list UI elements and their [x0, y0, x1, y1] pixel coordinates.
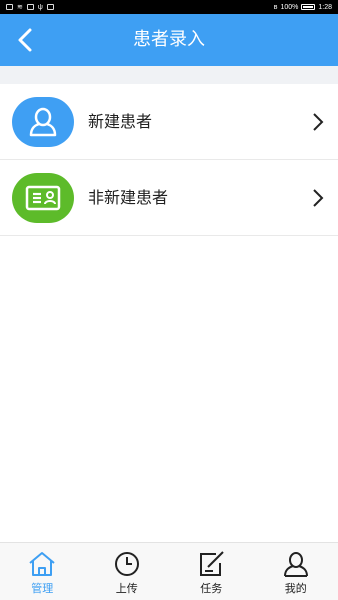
existing-patient-label: 非新建患者 [88, 188, 169, 207]
battery-percent: 100% [280, 3, 299, 11]
list-item-new-patient[interactable]: 新建患者 [0, 84, 338, 160]
existing-patient-avatar [12, 173, 74, 223]
sim-icon [6, 4, 13, 10]
tab-upload-label: 上传 [115, 582, 138, 595]
tab-tasks[interactable]: 任务 [169, 543, 254, 600]
tab-manage-label: 管理 [31, 582, 54, 595]
edit-icon [200, 551, 224, 576]
wifi-icon: ≋ [17, 4, 23, 11]
signal-icon [26, 4, 34, 10]
tab-tasks-label: 任务 [200, 582, 223, 595]
new-patient-label: 新建患者 [88, 112, 153, 131]
tab-mine-label: 我的 [284, 582, 307, 595]
battery-icon [301, 4, 316, 10]
title-bar: 患者录入 [0, 14, 338, 66]
chevron-right-icon [313, 189, 324, 207]
status-left: ≋ ψ [6, 3, 54, 11]
usb-icon: ψ [37, 3, 43, 11]
tab-mine[interactable]: 我的 [254, 543, 338, 600]
bottom-tab-bar: 管理 上传 任务 我的 [0, 542, 338, 600]
home-icon [29, 552, 55, 576]
page-title: 患者录入 [133, 29, 205, 50]
chevron-right-icon [313, 113, 324, 131]
section-spacer [0, 66, 338, 84]
notification-icon [46, 4, 54, 10]
status-time: 1:28 [318, 3, 332, 11]
person-icon [29, 107, 57, 137]
status-bar: ≋ ψ ʙ 100% 1:28 [0, 0, 338, 14]
list-item-existing-patient[interactable]: 非新建患者 [0, 160, 338, 236]
tab-manage[interactable]: 管理 [0, 543, 85, 600]
status-right: ʙ 100% 1:28 [274, 4, 332, 11]
patient-entry-list: 新建患者 非新建患者 [0, 84, 338, 236]
tab-upload[interactable]: 上传 [85, 543, 170, 600]
bluetooth-icon: ʙ [273, 3, 278, 11]
user-icon [283, 552, 308, 577]
new-patient-avatar [12, 97, 74, 147]
clock-icon [114, 552, 139, 576]
id-card-icon [25, 185, 61, 211]
